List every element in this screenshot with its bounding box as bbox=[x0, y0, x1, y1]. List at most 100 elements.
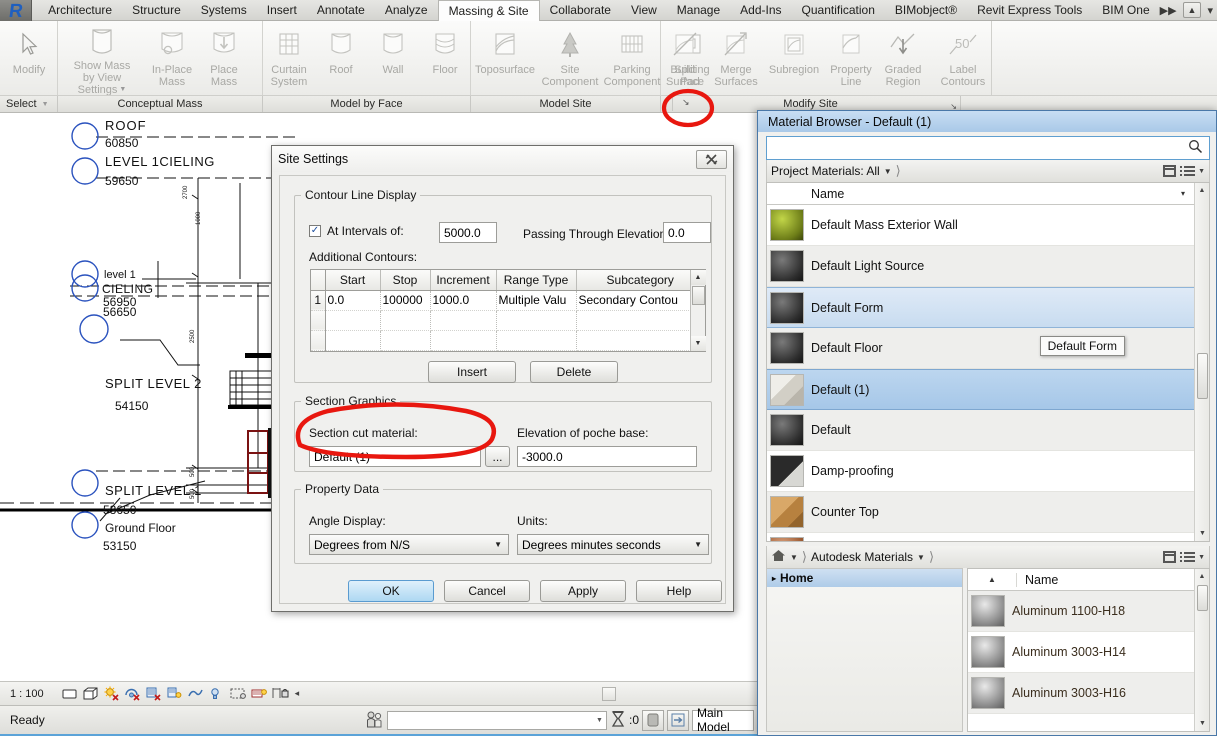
toposurface-button[interactable]: Toposurface bbox=[471, 21, 539, 95]
chevron-down-icon[interactable]: ▼ bbox=[494, 540, 502, 549]
reveal-hidden-elements-icon[interactable] bbox=[251, 686, 267, 701]
panel-title-select[interactable]: Select ▼ bbox=[0, 96, 58, 112]
show-rendering-dialog-icon[interactable] bbox=[167, 686, 182, 701]
list-item[interactable]: Aluminum 3003-H16 bbox=[968, 673, 1209, 714]
detail-level-coarse-icon[interactable] bbox=[62, 686, 77, 701]
show-mass-by-view-settings-button[interactable]: Show Mass by View Settings ▼ bbox=[58, 21, 146, 96]
ribbon-tab-massing-and-site[interactable]: Massing & Site bbox=[437, 0, 540, 21]
material-browser-titlebar[interactable]: Material Browser - Default (1) bbox=[758, 111, 1216, 132]
passing-through-elevation-input[interactable]: 0.0 bbox=[663, 222, 711, 243]
list-item[interactable]: Damp-proofing bbox=[767, 451, 1209, 492]
col-stop[interactable]: Stop bbox=[380, 270, 431, 291]
insert-button[interactable]: Insert bbox=[428, 361, 516, 383]
crop-view-icon[interactable] bbox=[187, 686, 203, 701]
project-materials-label[interactable]: Project Materials: All bbox=[771, 164, 880, 178]
project-materials-list[interactable]: Name ▾ Default Mass Exterior Wall Defaul… bbox=[766, 182, 1210, 542]
scroll-up-icon[interactable]: ▲ bbox=[1195, 183, 1209, 198]
search-input[interactable] bbox=[773, 141, 1188, 155]
scroll-up-icon[interactable]: ▲ bbox=[690, 270, 706, 285]
roof-by-face-button[interactable]: Roof bbox=[315, 21, 367, 95]
chevron-down-icon[interactable]: ▼ bbox=[42, 101, 49, 108]
list-item[interactable] bbox=[767, 533, 1209, 541]
list-item[interactable]: Default Floor Default Form bbox=[767, 328, 1209, 369]
lightbulb-icon[interactable] bbox=[209, 686, 224, 701]
section-cut-material-input[interactable]: Default (1) bbox=[309, 446, 481, 467]
material-search-row[interactable] bbox=[766, 136, 1210, 160]
sun-path-icon[interactable] bbox=[124, 686, 140, 701]
site-settings-titlebar[interactable]: Site Settings bbox=[272, 146, 733, 172]
visual-style-icon[interactable] bbox=[104, 686, 119, 701]
scroll-down-icon[interactable]: ▼ bbox=[1195, 526, 1209, 541]
constraints-icon[interactable] bbox=[272, 686, 289, 701]
list-item[interactable]: Default Light Source bbox=[767, 246, 1209, 287]
main-model-field[interactable]: Main Model bbox=[692, 706, 754, 734]
ribbon-tab-view[interactable]: View bbox=[621, 0, 667, 20]
section-cut-material-browse-button[interactable]: ... bbox=[485, 446, 510, 467]
curtain-system-button[interactable]: Curtain System bbox=[263, 21, 315, 95]
scrollbar-thumb[interactable] bbox=[1197, 585, 1208, 611]
exclude-options-icon[interactable] bbox=[610, 710, 626, 731]
scrollbar-thumb[interactable] bbox=[1197, 353, 1208, 399]
panel-toggle-icon[interactable] bbox=[1163, 165, 1177, 177]
revit-app-logo[interactable]: R bbox=[0, 0, 33, 21]
sort-ascending-icon[interactable]: ▲ bbox=[968, 575, 1016, 584]
site-settings-dialog[interactable]: Site Settings Contour Line Display ✓ At … bbox=[271, 145, 734, 612]
detail-level-icon[interactable] bbox=[83, 686, 98, 701]
autodesk-materials-label[interactable]: Autodesk Materials bbox=[811, 550, 913, 564]
autodesk-materials-breadcrumb[interactable]: ▼ ⟩ Autodesk Materials ▼ ⟩ ▼ bbox=[766, 546, 1210, 568]
label-contours-button[interactable]: 50 Label Contours bbox=[935, 21, 991, 95]
view-list-icon[interactable]: ▼ bbox=[1180, 166, 1205, 176]
panel-toggle-icon[interactable] bbox=[1163, 551, 1177, 563]
help-button[interactable]: Help bbox=[636, 580, 722, 602]
parking-component-button[interactable]: Parking Component bbox=[601, 21, 663, 95]
scrollbar-thumb[interactable] bbox=[691, 286, 705, 305]
filter-icon[interactable] bbox=[366, 709, 384, 732]
chevron-down-icon[interactable]: ▼ bbox=[917, 553, 925, 562]
list-item[interactable]: Counter Top bbox=[767, 492, 1209, 533]
subregion-button[interactable]: Subregion bbox=[763, 21, 825, 95]
delete-button[interactable]: Delete bbox=[530, 361, 618, 383]
chevron-down-icon[interactable]: ▼ bbox=[790, 553, 798, 562]
ribbon-tab-structure[interactable]: Structure bbox=[122, 0, 191, 20]
expand-arrow-icon[interactable]: ▸ bbox=[772, 574, 776, 583]
at-intervals-input[interactable]: 5000.0 bbox=[439, 222, 497, 243]
status-selector-input[interactable]: ▼ bbox=[386, 710, 607, 730]
autodesk-materials-scrollbar[interactable]: ▲ ▼ bbox=[1194, 569, 1209, 731]
cell-stop[interactable]: 100000 bbox=[380, 290, 431, 311]
view-control-collapse-icon[interactable]: ◂ bbox=[295, 688, 300, 699]
list-item-selected[interactable]: Default (1) bbox=[767, 369, 1209, 410]
name-column-header[interactable]: Name bbox=[811, 187, 844, 201]
chevron-down-icon[interactable]: ▼ bbox=[1198, 554, 1205, 561]
angle-display-select[interactable]: Degrees from N/S ▼ bbox=[309, 534, 509, 555]
cell-subcategory[interactable]: Secondary Contou bbox=[576, 290, 705, 311]
chevron-down-icon[interactable]: ▼ bbox=[884, 167, 892, 176]
list-item[interactable]: Aluminum 1100-H18 bbox=[968, 591, 1209, 632]
list-item[interactable]: Default Mass Exterior Wall bbox=[767, 205, 1209, 246]
chevron-down-icon[interactable]: ▾ bbox=[1207, 4, 1213, 17]
shadows-off-icon[interactable] bbox=[146, 686, 161, 701]
scroll-up-icon[interactable]: ▲ bbox=[1195, 569, 1209, 584]
chevron-down-icon[interactable]: ▼ bbox=[1198, 168, 1205, 175]
list-item[interactable]: Default bbox=[767, 410, 1209, 451]
cell-start[interactable]: 0.0 bbox=[325, 290, 381, 311]
property-line-button[interactable]: Property Line bbox=[825, 21, 877, 95]
sort-caret-icon[interactable]: ▾ bbox=[1181, 189, 1185, 198]
elevation-poche-base-input[interactable]: -3000.0 bbox=[517, 446, 697, 467]
view-list-icon[interactable]: ▼ bbox=[1180, 552, 1205, 562]
double-chevron-right-icon[interactable]: ▶▶ bbox=[1160, 4, 1177, 17]
name-column-header[interactable]: Name bbox=[1016, 572, 1058, 587]
tree-item-home[interactable]: ▸ Home bbox=[767, 569, 962, 587]
chevron-down-icon[interactable]: ▼ bbox=[596, 717, 603, 724]
ribbon-tab-quantification[interactable]: Quantification bbox=[792, 0, 885, 20]
ribbon-tab-add-ins[interactable]: Add-Ins bbox=[730, 0, 791, 20]
ribbon-minimize-icon[interactable]: ▲ bbox=[1182, 2, 1202, 18]
additional-contours-table[interactable]: Start Stop Increment Range Type Subcateg… bbox=[310, 269, 706, 352]
table-row[interactable]: 1 0.0 100000 1000.0 Multiple Valu Second… bbox=[311, 290, 705, 311]
ribbon-tab-insert[interactable]: Insert bbox=[257, 0, 307, 20]
ribbon-tab-systems[interactable]: Systems bbox=[191, 0, 257, 20]
col-start[interactable]: Start bbox=[325, 270, 381, 291]
material-browser-dialog[interactable]: Material Browser - Default (1) Project M… bbox=[757, 110, 1217, 736]
ribbon-tab-bim-one[interactable]: BIM One bbox=[1092, 0, 1159, 20]
panel-dialog-launcher-model-site[interactable]: ↘ bbox=[682, 97, 690, 108]
site-component-button[interactable]: Site Component bbox=[539, 21, 601, 95]
